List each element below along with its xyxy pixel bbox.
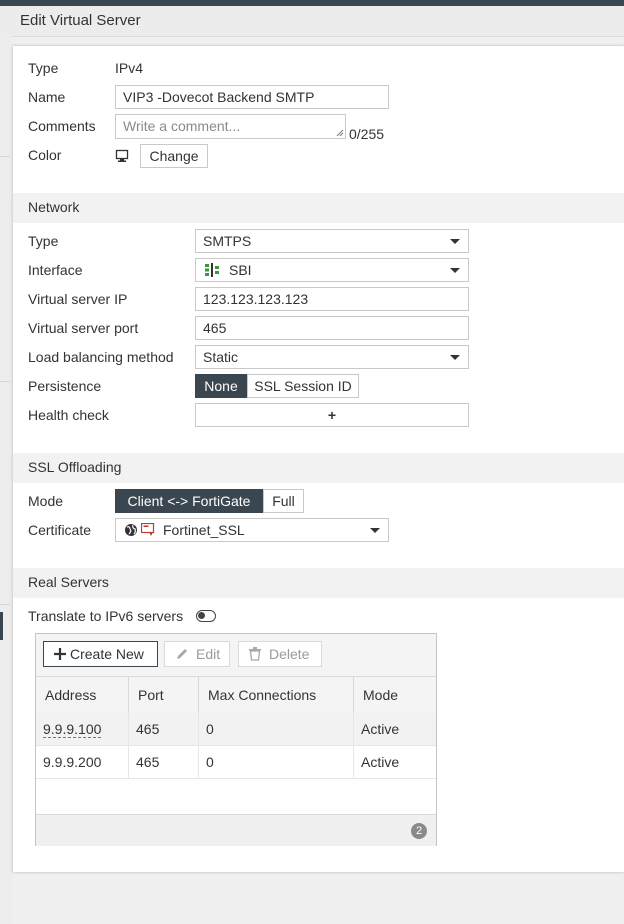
edit-label: Edit — [196, 646, 221, 662]
monitor-icon — [115, 149, 129, 162]
row-address[interactable]: 9.9.9.100 — [43, 721, 102, 738]
type-value: IPv4 — [115, 60, 144, 76]
delete-label: Delete — [269, 646, 310, 662]
persistence-ssl-session-button[interactable]: SSL Session ID — [247, 374, 359, 398]
column-address[interactable]: Address — [36, 677, 129, 713]
interface-value: SBI — [229, 262, 252, 278]
name-label: Name — [28, 89, 66, 105]
comments-placeholder: Write a comment... — [123, 118, 241, 134]
virtual-server-port-label: Virtual server port — [28, 320, 139, 336]
mode-client-fortigate-button[interactable]: Client <-> FortiGate — [115, 489, 263, 513]
table-header: Address Port Max Connections Mode — [36, 676, 436, 714]
row-mode: Active — [361, 721, 400, 737]
color-label: Color — [28, 147, 62, 163]
network-section-title: Network — [28, 199, 80, 215]
table-toolbar: Create New Edit Delete — [36, 634, 436, 676]
delete-button[interactable]: Delete — [238, 641, 322, 667]
color-change-button[interactable]: Change — [140, 144, 208, 168]
mode-full-button[interactable]: Full — [263, 489, 304, 513]
row-port: 465 — [129, 746, 199, 778]
certificate-value: Fortinet_SSL — [163, 522, 245, 538]
window-title-bar: Edit Virtual Server — [0, 6, 624, 37]
edit-button[interactable]: Edit — [164, 641, 230, 667]
create-new-button[interactable]: Create New — [43, 641, 158, 667]
toggle-knob — [198, 612, 205, 619]
table-row[interactable]: 9.9.9.100 465 0 Active — [36, 713, 436, 746]
row-max-connections: 0 — [199, 746, 354, 778]
certificate-select[interactable]: Fortinet_SSL — [115, 518, 389, 542]
network-section-header: Network — [13, 193, 624, 223]
chevron-down-icon — [450, 355, 460, 360]
column-port[interactable]: Port — [129, 677, 199, 713]
mode-label: Mode — [28, 493, 64, 509]
network-port-icon — [205, 263, 219, 277]
table-row[interactable]: 9.9.9.200 465 0 Active — [36, 746, 436, 779]
resize-handle-icon[interactable] — [336, 129, 344, 137]
network-type-label: Type — [28, 233, 59, 249]
real-servers-section-title: Real Servers — [28, 574, 109, 590]
ipv6-translate-label: Translate to IPv6 servers — [28, 608, 184, 624]
load-balancing-value: Static — [203, 349, 239, 365]
virtual-server-ip-label: Virtual server IP — [28, 291, 128, 307]
load-balancing-label: Load balancing method — [28, 349, 174, 365]
name-input-value: VIP3 -Dovecot Backend SMTP — [123, 89, 315, 105]
edit-panel: Type IPv4 Name VIP3 -Dovecot Backend SMT… — [13, 46, 624, 872]
ssl-section-header: SSL Offloading — [13, 453, 624, 483]
type-label: Type — [28, 60, 59, 76]
comments-textarea[interactable]: Write a comment... — [115, 114, 346, 139]
left-edge-marker — [0, 612, 3, 640]
comments-label: Comments — [28, 118, 96, 134]
row-count-badge: 2 — [411, 823, 427, 839]
persistence-label: Persistence — [28, 378, 102, 394]
health-check-label: Health check — [28, 407, 109, 423]
comments-count: 0/255 — [349, 126, 385, 142]
globe-icon — [125, 524, 137, 536]
virtual-server-ip-value: 123.123.123.123 — [203, 291, 309, 307]
real-servers-table: Create New Edit Delete Address Port Max … — [35, 633, 437, 846]
interface-select[interactable]: SBI — [195, 258, 469, 282]
table-footer: 2 — [36, 814, 436, 846]
certificate-icon — [141, 523, 155, 536]
virtual-server-port-value: 465 — [203, 320, 227, 336]
row-mode: Active — [361, 754, 400, 770]
column-mode[interactable]: Mode — [354, 677, 436, 713]
health-check-add-button[interactable]: + — [195, 403, 469, 427]
virtual-server-port-input[interactable]: 465 — [195, 316, 469, 340]
row-port: 465 — [129, 713, 199, 745]
chevron-down-icon — [450, 268, 460, 273]
persistence-none-button[interactable]: None — [195, 374, 247, 398]
real-servers-section-header: Real Servers — [13, 568, 624, 598]
window-title: Edit Virtual Server — [20, 12, 141, 29]
network-type-value: SMTPS — [203, 233, 252, 249]
row-max-connections: 0 — [199, 713, 354, 745]
name-input[interactable]: VIP3 -Dovecot Backend SMTP — [115, 85, 389, 109]
left-edge — [0, 36, 12, 924]
plus-icon — [54, 648, 66, 660]
chevron-down-icon — [370, 528, 380, 533]
certificate-label: Certificate — [28, 522, 92, 538]
column-max-connections[interactable]: Max Connections — [199, 677, 354, 713]
trash-icon — [249, 647, 261, 661]
create-new-label: Create New — [70, 646, 144, 662]
chevron-down-icon — [450, 239, 460, 244]
ipv6-translate-toggle[interactable] — [196, 610, 216, 622]
pencil-icon — [177, 649, 187, 659]
virtual-server-ip-input[interactable]: 123.123.123.123 — [195, 287, 469, 311]
interface-label: Interface — [28, 262, 83, 278]
ssl-section-title: SSL Offloading — [28, 459, 122, 475]
network-type-select[interactable]: SMTPS — [195, 229, 469, 253]
load-balancing-select[interactable]: Static — [195, 345, 469, 369]
row-address: 9.9.9.200 — [36, 746, 129, 778]
